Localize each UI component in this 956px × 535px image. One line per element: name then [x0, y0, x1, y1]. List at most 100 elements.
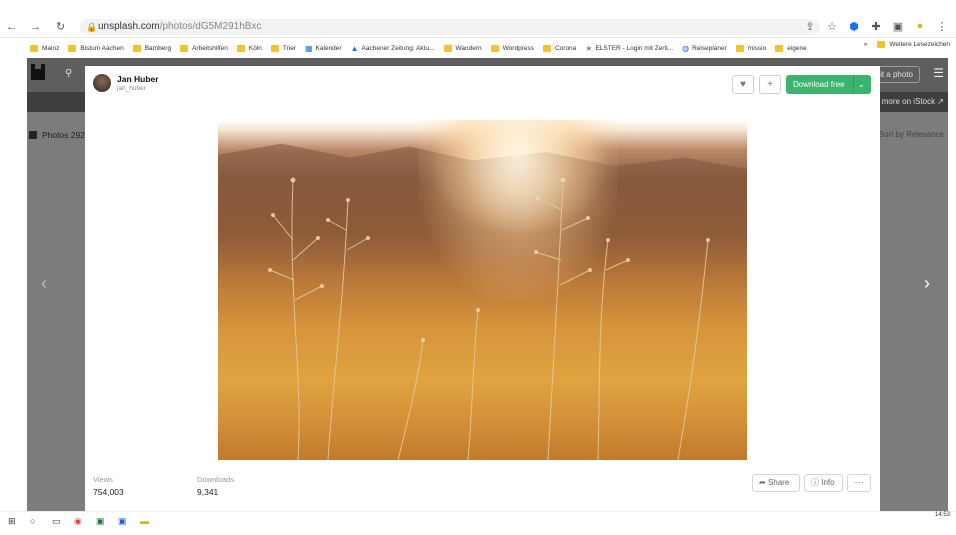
extension-shield-icon[interactable]: ⬢ [848, 20, 860, 33]
url-text: unsplash.com/photos/dG5M291hBxc [98, 21, 261, 32]
author-info[interactable]: Jan Huber jan_huber [93, 74, 159, 92]
bookmark-item[interactable]: Trier [270, 44, 296, 52]
bookmark-label: Bamberg [144, 44, 172, 52]
author-handle[interactable]: jan_huber [117, 85, 159, 92]
folder-icon [490, 44, 499, 52]
bookmark-label: Trier [282, 44, 296, 52]
unsplash-logo-icon[interactable] [31, 64, 45, 80]
add-to-collection-button[interactable]: + [759, 75, 781, 94]
share-button[interactable]: ➦ Share [752, 474, 800, 492]
folder-icon [236, 44, 245, 52]
photos-tab-label: Photos 292 [42, 130, 86, 140]
bookmark-item[interactable]: Bistum Aachen [68, 44, 124, 52]
bookmark-item[interactable]: Arbeitshilfen [180, 44, 228, 52]
folder-icon [775, 44, 784, 52]
reload-icon[interactable]: ↻ [56, 21, 65, 33]
avatar[interactable] [93, 74, 111, 92]
bookmark-label: Wandern [455, 44, 482, 52]
sidebar-icon[interactable]: ▣ [892, 20, 904, 33]
screen: ← → ↻ 🔒 unsplash.com/photos/dG5M291hBxc … [0, 0, 956, 535]
other-bookmarks-label: Weitere Lesezeichen [889, 41, 950, 48]
bookmark-item[interactable]: Bamberg [132, 44, 172, 52]
bookmark-item[interactable]: ★ ELSTER - Login mit Zerti... [585, 44, 673, 53]
bookmark-item[interactable]: Mainz [30, 44, 60, 52]
istock-link[interactable]: more on iStock ↗ [882, 97, 944, 106]
bookmarks-bar: Mainz Bistum Aachen Bamberg Arbeitshilfe… [0, 40, 956, 56]
bookmark-item[interactable]: Wordpress [490, 44, 534, 52]
bookmark-star-icon[interactable]: ☆ [826, 20, 838, 33]
bookmark-label: ELSTER - Login mit Zerti... [595, 44, 674, 52]
bookmark-item[interactable]: ▦ Kalender [305, 44, 342, 53]
author-name[interactable]: Jan Huber [117, 74, 159, 84]
other-bookmarks[interactable]: » Weitere Lesezeichen [864, 41, 950, 48]
bookmark-label: Bistum Aachen [80, 44, 124, 52]
bookmark-item[interactable]: Wandern [443, 44, 482, 52]
lock-icon: 🔒 [86, 22, 98, 32]
sort-dropdown[interactable]: Sort by Relevance [879, 130, 944, 139]
info-icon: ⓘ [811, 478, 819, 487]
search-icon[interactable]: ⚲ [65, 68, 72, 79]
folder-icon [30, 44, 38, 52]
back-icon[interactable]: ← [6, 21, 17, 33]
kebab-menu-icon[interactable]: ⋮ [936, 20, 948, 33]
bookmark-label: Aachener Zeitung: Aktu... [361, 44, 435, 52]
photos-tab-icon [29, 131, 37, 139]
folder-icon [735, 44, 744, 52]
star-icon: ★ [585, 43, 593, 53]
extension-icons: ⇪ ☆ ⬢ ✚ ▣ ● ⋮ [804, 20, 948, 33]
more-actions-button[interactable]: ··· [847, 474, 871, 492]
newspaper-icon: ▲ [350, 43, 359, 53]
task-view-icon[interactable]: ▭ [52, 516, 61, 527]
share-page-icon[interactable]: ⇪ [804, 20, 816, 33]
profile-icon[interactable]: ● [914, 20, 926, 33]
bookmarks-overflow[interactable]: » [864, 41, 868, 48]
search-icon[interactable]: ○ [30, 516, 35, 526]
heart-icon: ♥ [740, 79, 746, 90]
windows-start-icon[interactable]: ⊞ [8, 516, 16, 527]
bookmark-item[interactable]: ◍ Reiseplaner [682, 44, 727, 53]
share-label: Share [767, 478, 790, 487]
main-photo[interactable] [218, 120, 747, 460]
taskbar-clock[interactable]: 14:53 [935, 512, 950, 518]
bookmark-item[interactable]: missio [735, 44, 766, 52]
chevron-down-icon[interactable]: ⌄ [858, 75, 865, 94]
info-button[interactable]: ⓘ Info [804, 474, 843, 492]
bookmark-label: eigene [787, 44, 807, 52]
forward-icon[interactable]: → [30, 21, 41, 33]
chrome-icon[interactable]: ◉ [74, 516, 82, 527]
hamburger-menu-icon[interactable]: ☰ [933, 66, 944, 80]
download-label: Download free [793, 80, 845, 89]
bookmark-item[interactable]: ▲ Aachener Zeitung: Aktu... [351, 44, 435, 53]
tab-photos[interactable]: Photos 292 [29, 130, 85, 140]
globe-icon: ◍ [682, 43, 690, 53]
puzzle-icon[interactable]: ✚ [870, 20, 882, 33]
taskbar: ⊞ ○ ▭ ◉ ▣ ▣ ▬ 14:53 [0, 511, 956, 535]
info-label: Info [821, 478, 835, 487]
url-path: /photos/dG5M291hBxc [159, 21, 262, 32]
bookmark-label: Mainz [42, 44, 60, 52]
bookmark-item[interactable]: Köln [236, 44, 262, 52]
share-icon: ➦ [759, 478, 766, 487]
photo-modal: Jan Huber jan_huber ♥ + Download free ⌄ [85, 66, 880, 511]
download-button[interactable]: Download free ⌄ [786, 75, 871, 94]
more-label: ··· [854, 477, 864, 487]
bookmark-label: Kalender [315, 44, 342, 52]
folder-icon [877, 41, 886, 48]
like-button[interactable]: ♥ [732, 75, 754, 94]
bookmark-label: Köln [248, 44, 262, 52]
bookmark-item[interactable]: Corona [542, 44, 577, 52]
browser-toolbar: ← → ↻ 🔒 unsplash.com/photos/dG5M291hBxc … [0, 0, 956, 38]
downloads-label: Downloads [197, 475, 235, 484]
next-photo-icon[interactable]: › [924, 273, 930, 294]
photo-grass [268, 177, 710, 460]
bookmark-label: Corona [554, 44, 577, 52]
previous-photo-icon[interactable]: ‹ [41, 273, 47, 294]
excel-icon[interactable]: ▣ [96, 516, 105, 527]
folder-icon [180, 44, 189, 52]
outlook-icon[interactable]: ▣ [118, 516, 127, 527]
folder-icon [542, 44, 551, 52]
bookmark-item[interactable]: eigene [775, 44, 807, 52]
file-explorer-icon[interactable]: ▬ [140, 516, 149, 526]
address-bar[interactable]: 🔒 unsplash.com/photos/dG5M291hBxc [80, 19, 820, 35]
downloads-value: 9,341 [197, 487, 219, 497]
